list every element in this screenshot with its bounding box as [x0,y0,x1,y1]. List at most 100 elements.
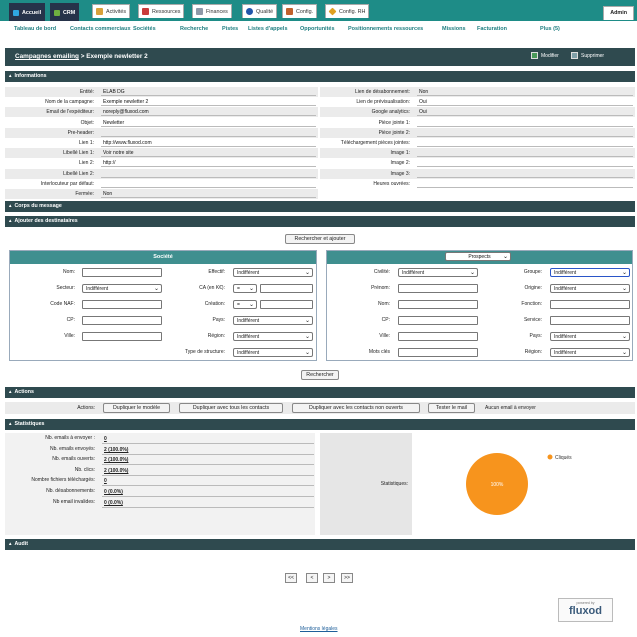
stat-value[interactable]: 0 [104,478,107,484]
section-ajouter-destinataires[interactable]: ▲ Ajouter des destinataires [5,216,635,227]
subnav-opportunites[interactable]: Opportunités [300,26,335,32]
duplicate-all-contacts-button[interactable]: Dupliquer avec tous les contacts [179,403,283,413]
subnav-contacts-commerciaux[interactable]: Contacts commerciaux [70,26,131,32]
stat-value[interactable]: 2 (100.0%) [104,457,128,463]
info-field-value [417,169,633,178]
last-page-button[interactable]: >> [341,573,353,583]
ca-input[interactable] [260,284,313,293]
tab-ressources[interactable]: Ressources [138,4,185,18]
ca-label: CA (en K€): [199,285,225,291]
ca-operator-select[interactable]: = ⌄ [233,284,257,293]
test-mail-button[interactable]: Tester le mail [428,403,475,413]
secteur-select[interactable]: Indifférent ⌄ [82,284,162,293]
info-field-label: Lien de prévisualisation: [356,99,410,106]
tab-qualite[interactable]: Qualité [242,4,278,18]
search-and-add-button[interactable]: Rechercher et ajouter [285,234,355,244]
info-field-value [417,158,633,168]
stat-label: Nb email invalides: [53,498,95,505]
chevron-down-icon: ⌄ [304,318,310,324]
contact-type-select[interactable]: Prospects ⌄ [445,252,511,261]
fonction-input[interactable] [550,300,630,309]
mentions-legales-link[interactable]: Mentions légales [300,626,338,632]
tab-crm[interactable]: CRM [50,3,80,21]
subnav-listes-appels[interactable]: Listes d'appels [248,26,288,32]
stat-value[interactable]: 0 (0.0%) [104,500,123,506]
info-field-label: Pièce jointe 2: [378,129,410,136]
creation-operator-select[interactable]: = ⌄ [233,300,257,309]
edit-button[interactable]: Modifier [531,52,559,59]
info-field-label: Pièce jointe 1: [378,119,410,126]
prospect-pays-select[interactable]: Indifférent ⌄ [550,332,630,341]
delete-button[interactable]: Supprimer [571,52,604,59]
tab-config-rh[interactable]: Config. RH [325,4,370,18]
section-statistiques[interactable]: ▲ Statistiques [5,419,635,430]
stat-value[interactable]: 2 (100.0%) [104,447,128,453]
chevron-down-icon: ⌄ [248,286,254,292]
mots-cles-input[interactable] [398,348,478,357]
creation-input[interactable] [260,300,313,309]
type-structure-select[interactable]: Indifférent ⌄ [233,348,313,357]
previous-page-button[interactable]: < [306,573,318,583]
societe-pays-select[interactable]: Indifférent ⌄ [233,316,313,325]
search-button[interactable]: Rechercher [301,370,339,380]
subnav-tableau-de-bord[interactable]: Tableau de bord [14,26,56,32]
stat-value[interactable]: 2 (100.0%) [104,468,128,474]
info-field-label: Lien 1: [78,140,94,146]
subnav-plus[interactable]: Plus (5) [540,26,560,32]
info-field-label: Interlocuteur par défaut: [40,180,94,187]
statistiques-label: Statistiques: [380,481,408,487]
info-field-label: Libellé Lien 1: [63,150,94,157]
first-page-button[interactable]: << [285,573,297,583]
prenom-input[interactable] [398,284,478,293]
info-field-value [101,128,316,137]
nom-label: Nom: [63,269,75,275]
prenom-label: Prénom: [371,285,390,291]
civilite-select[interactable]: Indifférent ⌄ [398,268,478,277]
info-field-label: Fermée: [75,191,94,197]
prospect-nom-input[interactable] [398,300,478,309]
tab-finances[interactable]: Finances [192,4,232,18]
page-title-bar: Campagnes emailing > Exemple newletter 2… [5,48,635,66]
prospect-ville-input[interactable] [398,332,478,341]
prospect-region-select[interactable]: Indifférent ⌄ [550,348,630,357]
subnav-positionnements[interactable]: Positionnements ressources [348,26,423,32]
tab-activites[interactable]: Activités [92,4,131,18]
duplicate-template-button[interactable]: Dupliquer le modèle [103,403,170,413]
pie-data-label: 100% [491,482,504,488]
tab-config[interactable]: Config. [282,4,318,18]
section-audit[interactable]: ▲ Audit [5,539,635,550]
service-input[interactable] [550,316,630,325]
subnav-missions[interactable]: Missions [442,26,466,32]
subnav-facturation[interactable]: Facturation [477,26,507,32]
subnav-recherche[interactable]: Recherche [180,26,208,32]
societe-region-select[interactable]: Indifférent ⌄ [233,332,313,341]
collapse-arrow-icon: ▲ [8,73,13,78]
stat-value[interactable]: 0 [104,436,107,442]
hr-config-icon [328,7,337,16]
prospect-cp-input[interactable] [398,316,478,325]
code-naf-input[interactable] [82,300,162,309]
tab-accueil[interactable]: Accueil [9,3,46,21]
effectif-select[interactable]: Indifférent ⌄ [233,268,313,277]
info-field-label: Pre-header: [67,129,94,136]
collapse-arrow-icon: ▲ [8,421,13,426]
origine-label: Origine: [524,285,542,291]
info-field-value: http://www.fluxod.com [101,138,316,147]
duplicate-unopened-contacts-button[interactable]: Dupliquer avec les contacts non ouverts [292,403,420,413]
edit-icon [531,52,538,59]
admin-button[interactable]: Admin [603,6,634,20]
societe-nom-input[interactable] [82,268,162,277]
section-corps-du-message[interactable]: ▲ Corps du message [5,201,635,212]
subnav-societes[interactable]: Sociétés [133,26,156,32]
societe-ville-input[interactable] [82,332,162,341]
subnav-pistes[interactable]: Pistes [222,26,238,32]
groupe-select[interactable]: Indifférent ⌄ [550,268,630,277]
breadcrumb-campagnes-link[interactable]: Campagnes emailing [15,53,79,60]
origine-select[interactable]: Indifférent ⌄ [550,284,630,293]
next-page-button[interactable]: > [323,573,335,583]
section-actions[interactable]: ▲ Actions [5,387,635,398]
societe-cp-input[interactable] [82,316,162,325]
stat-value[interactable]: 0 (0.0%) [104,489,123,495]
section-informations[interactable]: ▲ Informations [5,71,635,82]
collapse-arrow-icon: ▲ [8,541,13,546]
